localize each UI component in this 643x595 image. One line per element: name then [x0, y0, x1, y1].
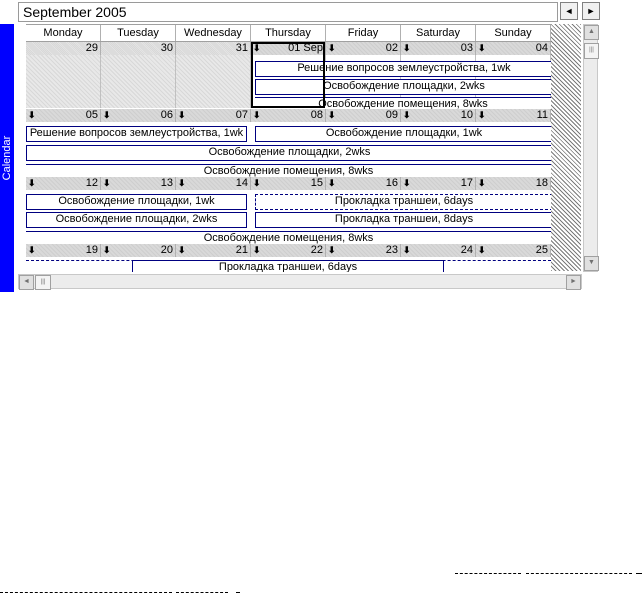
calendar-event[interactable]: Освобождение площадки, 2wks	[26, 212, 247, 228]
next-month-button[interactable]: ►	[582, 2, 600, 20]
day-number[interactable]: ⬇ 23	[326, 244, 401, 257]
expand-day-icon[interactable]: ⬇	[28, 177, 36, 190]
day-number[interactable]: ⬇ 02	[326, 42, 401, 55]
expand-day-icon[interactable]: ⬇	[253, 109, 261, 122]
day-number[interactable]: ⬇ 17	[401, 177, 476, 190]
horizontal-scrollbar[interactable]: ◄ ||| ►	[18, 274, 582, 290]
arrow-up-icon: ▲	[588, 28, 595, 35]
day-number[interactable]: ⬇ 19	[26, 244, 101, 257]
day-number[interactable]: ⬇ 11	[476, 109, 551, 122]
calendar-event[interactable]: Прокладка траншеи, 6days	[255, 194, 551, 210]
day-number[interactable]: ⬇ 04	[476, 42, 551, 55]
day-number[interactable]: ⬇ 09	[326, 109, 401, 122]
weekday-header: Monday Tuesday Wednesday Thursday Friday…	[26, 24, 551, 42]
day-number[interactable]: ⬇ 06	[101, 109, 176, 122]
day-number[interactable]: ⬇ 13	[101, 177, 176, 190]
expand-day-icon[interactable]: ⬇	[403, 177, 411, 190]
week-row: ⬇ 19 ⬇ 20 ⬇ 21 ⬇ 22 ⬇ 23 ⬇ 24 ⬇ 25 Прокладка тр…	[26, 244, 551, 272]
day-number[interactable]: ⬇ 21	[176, 244, 251, 257]
day-number[interactable]: ⬇ 20	[101, 244, 176, 257]
scroll-right-button[interactable]: ►	[566, 275, 581, 290]
month-title: September 2005	[18, 2, 558, 22]
hatched-gutter	[551, 24, 581, 271]
calendar-event[interactable]: Решение вопросов землеустройства, 1wk	[26, 126, 247, 142]
scroll-left-button[interactable]: ◄	[19, 275, 34, 290]
dotted-rule	[636, 573, 642, 574]
expand-day-icon[interactable]: ⬇	[478, 177, 486, 190]
expand-day-icon[interactable]: ⬇	[253, 244, 261, 257]
day-number[interactable]: ⬇ 15	[251, 177, 326, 190]
weekday-thursday: Thursday	[251, 25, 326, 41]
weekday-wednesday: Wednesday	[176, 25, 251, 41]
day-number[interactable]: 30	[101, 42, 176, 55]
day-number[interactable]: ⬇ 03	[401, 42, 476, 55]
expand-day-icon[interactable]: ⬇	[478, 109, 486, 122]
day-number[interactable]: ⬇ 14	[176, 177, 251, 190]
expand-day-icon[interactable]: ⬇	[103, 109, 111, 122]
expand-day-icon[interactable]: ⬇	[178, 109, 186, 122]
calendar-event[interactable]: Прокладка траншеи, 6days	[132, 260, 444, 272]
scroll-up-button[interactable]: ▲	[584, 25, 599, 40]
arrow-right-icon: ►	[586, 6, 596, 16]
expand-day-icon[interactable]: ⬇	[178, 244, 186, 257]
expand-day-icon[interactable]: ⬇	[478, 42, 486, 55]
calendar-event[interactable]: Освобождение площадки, 2wks	[26, 145, 551, 161]
expand-day-icon[interactable]: ⬇	[253, 177, 261, 190]
day-number[interactable]: ⬇ 07	[176, 109, 251, 122]
expand-day-icon[interactable]: ⬇	[103, 244, 111, 257]
expand-day-icon[interactable]: ⬇	[328, 42, 336, 55]
day-number[interactable]: ⬇ 22	[251, 244, 326, 257]
day-number[interactable]: ⬇ 24	[401, 244, 476, 257]
expand-day-icon[interactable]: ⬇	[103, 177, 111, 190]
dotted-rule	[526, 573, 632, 574]
expand-day-icon[interactable]: ⬇	[403, 109, 411, 122]
arrow-down-icon: ▼	[588, 259, 595, 266]
day-number[interactable]: ⬇ 25	[476, 244, 551, 257]
calendar-event[interactable]: Прокладка траншеи, 8days	[255, 212, 551, 228]
arrow-left-icon: ◄	[564, 6, 574, 16]
grip-icon: |||	[589, 47, 594, 53]
expand-day-icon[interactable]: ⬇	[478, 244, 486, 257]
day-number[interactable]: ⬇ 12	[26, 177, 101, 190]
weekday-monday: Monday	[26, 25, 101, 41]
day-number[interactable]: ⬇ 18	[476, 177, 551, 190]
expand-day-icon[interactable]: ⬇	[403, 42, 411, 55]
arrow-left-icon: ◄	[23, 278, 30, 285]
weekday-sunday: Sunday	[476, 25, 551, 41]
expand-day-icon[interactable]: ⬇	[328, 244, 336, 257]
weekday-tuesday: Tuesday	[101, 25, 176, 41]
prev-month-button[interactable]: ◄	[560, 2, 578, 20]
dotted-rule	[455, 573, 521, 574]
day-number[interactable]: ⬇ 05	[26, 109, 101, 122]
grip-icon: |||	[40, 279, 46, 285]
week-row: ⬇ 05 ⬇ 06 ⬇ 07 ⬇ 08 ⬇ 09 ⬇ 10 ⬇ 11 Решение вопр…	[26, 109, 551, 179]
dotted-rule	[236, 592, 240, 593]
expand-day-icon[interactable]: ⬇	[178, 177, 186, 190]
day-number[interactable]: ⬇ 10	[401, 109, 476, 122]
scroll-thumb[interactable]: |||	[35, 275, 51, 290]
scroll-down-button[interactable]: ▼	[584, 256, 599, 271]
day-number[interactable]: 29	[26, 42, 101, 55]
dotted-rule	[176, 592, 228, 593]
expand-day-icon[interactable]: ⬇	[403, 244, 411, 257]
vertical-scrollbar[interactable]: ▲ ||| ▼	[583, 24, 599, 272]
calendar-event[interactable]: Освобождение площадки, 1wk	[26, 194, 247, 210]
calendar-tab-label: Calendar	[1, 135, 13, 181]
selected-day-outline	[251, 42, 325, 108]
weekday-friday: Friday	[326, 25, 401, 41]
day-number[interactable]: ⬇ 16	[326, 177, 401, 190]
arrow-right-icon: ►	[570, 278, 577, 285]
expand-day-icon[interactable]: ⬇	[328, 177, 336, 190]
expand-day-icon[interactable]: ⬇	[28, 244, 36, 257]
dotted-rule	[0, 592, 172, 593]
day-number[interactable]: ⬇ 08	[251, 109, 326, 122]
day-number[interactable]: 31	[176, 42, 251, 55]
expand-day-icon[interactable]: ⬇	[28, 109, 36, 122]
calendar-side-tab[interactable]: Calendar	[0, 24, 14, 292]
week-row: ⬇ 12 ⬇ 13 ⬇ 14 ⬇ 15 ⬇ 16 ⬇ 17 ⬇ 18 Освобождение…	[26, 177, 551, 246]
weekday-saturday: Saturday	[401, 25, 476, 41]
expand-day-icon[interactable]: ⬇	[328, 109, 336, 122]
scroll-thumb[interactable]: |||	[584, 43, 599, 59]
calendar-event[interactable]: Освобождение площадки, 1wk	[255, 126, 551, 142]
